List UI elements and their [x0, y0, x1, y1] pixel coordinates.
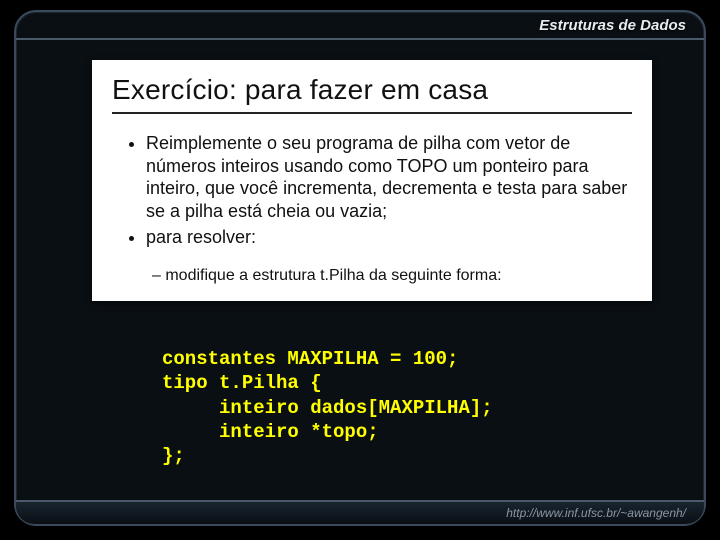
- code-block: constantes MAXPILHA = 100; tipo t.Pilha …: [92, 347, 652, 469]
- header-bar: Estruturas de Dados: [16, 12, 704, 40]
- footer-bar: http://www.inf.ufsc.br/~awangenh/: [16, 500, 704, 524]
- code-area: constantes MAXPILHA = 100; tipo t.Pilha …: [92, 347, 652, 469]
- content-panel: Exercício: para fazer em casa Reimplemen…: [92, 60, 652, 301]
- bullet-list: Reimplemente o seu programa de pilha com…: [112, 132, 632, 249]
- slide-frame: Estruturas de Dados Exercício: para faze…: [0, 0, 720, 540]
- slide-title: Exercício: para fazer em casa: [112, 74, 632, 114]
- bullet-item: Reimplemente o seu programa de pilha com…: [146, 132, 632, 222]
- sub-bullet: modifique a estrutura t.Pilha da seguint…: [152, 267, 632, 285]
- footer-url: http://www.inf.ufsc.br/~awangenh/: [506, 506, 686, 520]
- sub-bullet-wrap: modifique a estrutura t.Pilha da seguint…: [112, 267, 632, 285]
- header-title: Estruturas de Dados: [539, 17, 686, 34]
- bullet-item: para resolver:: [146, 226, 632, 249]
